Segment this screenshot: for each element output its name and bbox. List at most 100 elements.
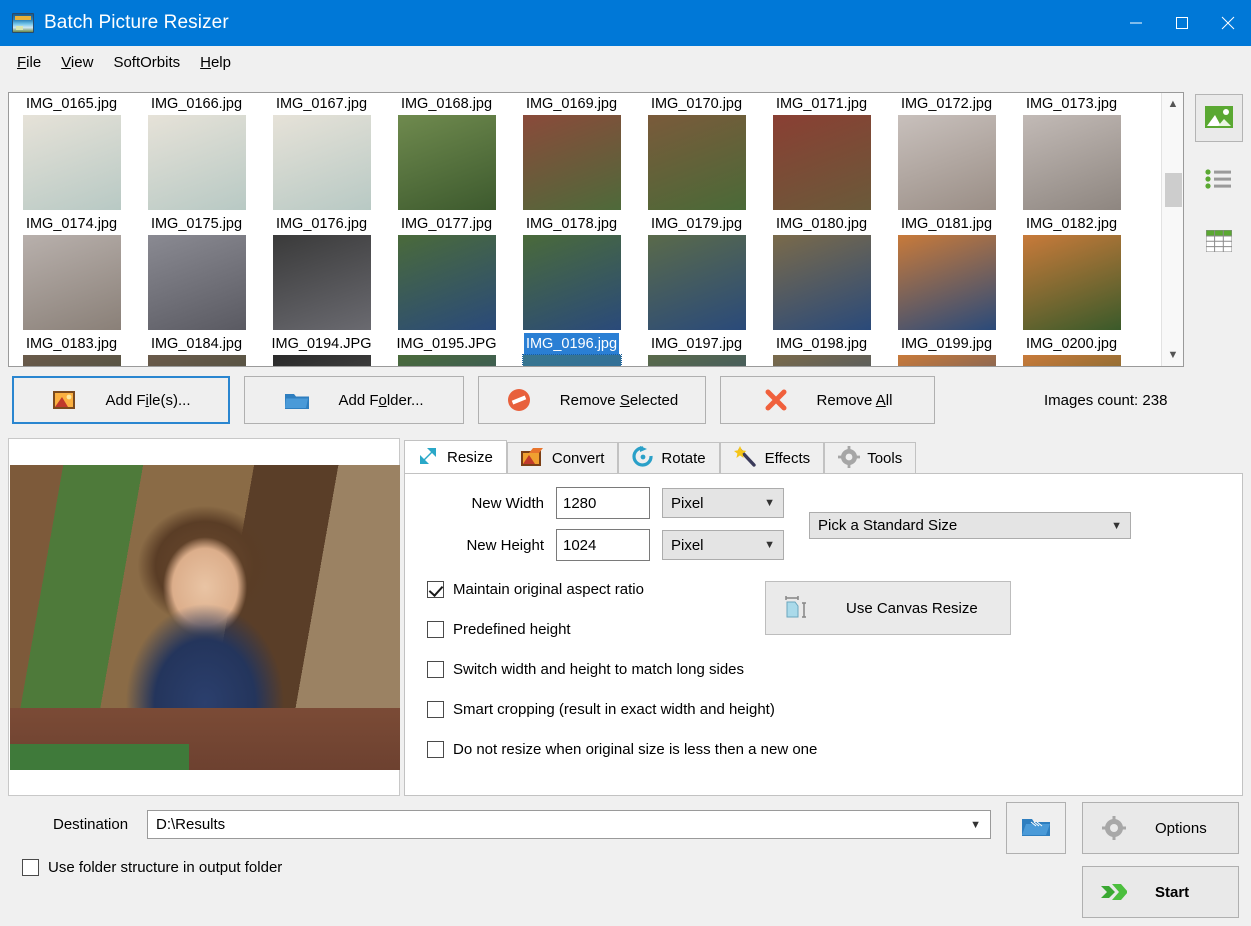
tab-tools[interactable]: Tools (824, 442, 917, 474)
checkbox-3[interactable]: Switch width and height to match long si… (427, 661, 744, 678)
thumbnail-image[interactable] (22, 235, 121, 330)
thumbnail-image[interactable] (272, 235, 371, 330)
thumbnail-item[interactable]: IMG_0166.jpg (134, 93, 259, 213)
thumbnail-item[interactable]: IMG_0168.jpg (384, 93, 509, 213)
thumbnail-view-button[interactable] (1195, 94, 1243, 142)
list-view-button[interactable] (1195, 156, 1243, 204)
checkbox-1[interactable]: Maintain original aspect ratio (427, 581, 644, 598)
thumbnail-image[interactable] (897, 235, 996, 330)
thumbnail-item[interactable]: IMG_0173.jpg (1009, 93, 1134, 213)
thumbnail-item[interactable]: IMG_0182.jpg (1009, 213, 1134, 333)
close-icon[interactable] (1205, 0, 1251, 46)
thumbnail-item[interactable]: IMG_0197.jpg (634, 333, 759, 366)
minimize-icon[interactable] (1113, 0, 1159, 46)
thumbnail-item[interactable]: IMG_0183.jpg (9, 333, 134, 366)
thumbnail-item[interactable]: IMG_0172.jpg (884, 93, 1009, 213)
thumbnail-image[interactable] (147, 235, 246, 330)
tab-resize[interactable]: Resize (404, 440, 507, 474)
list-scrollbar[interactable]: ▲ ▼ (1161, 93, 1183, 366)
tab-rotate[interactable]: Rotate (618, 442, 720, 474)
thumbnail-item[interactable]: IMG_0165.jpg (9, 93, 134, 213)
thumbnail-item[interactable]: IMG_0194.JPG (259, 333, 384, 366)
thumbnail-image[interactable] (897, 355, 996, 366)
thumbnail-image[interactable] (147, 355, 246, 366)
thumbnail-item[interactable]: IMG_0181.jpg (884, 213, 1009, 333)
thumbnail-item[interactable]: IMG_0169.jpg (509, 93, 634, 213)
thumbnail-image[interactable] (522, 115, 621, 210)
thumbnail-image[interactable] (647, 115, 746, 210)
thumbnail-image[interactable] (272, 355, 371, 366)
thumbnail-item[interactable]: IMG_0184.jpg (134, 333, 259, 366)
checkbox-box (427, 621, 444, 638)
scroll-down-icon[interactable]: ▼ (1162, 344, 1184, 366)
thumbnail-image[interactable] (397, 355, 496, 366)
thumbnail-image[interactable] (522, 235, 621, 330)
thumbnail-image[interactable] (1022, 235, 1121, 330)
thumbnail-item[interactable]: IMG_0176.jpg (259, 213, 384, 333)
thumbnail-item[interactable]: IMG_0178.jpg (509, 213, 634, 333)
browse-folder-button[interactable] (1006, 802, 1066, 854)
menu-view[interactable]: View (52, 50, 102, 75)
options-button[interactable]: Options (1082, 802, 1239, 854)
thumbnail-image[interactable] (521, 354, 622, 366)
thumbnail-image[interactable] (772, 235, 871, 330)
thumbnail-image[interactable] (22, 355, 121, 366)
thumbnail-image[interactable] (647, 235, 746, 330)
thumbnail-image[interactable] (1022, 115, 1121, 210)
thumbnail-image[interactable] (1022, 355, 1121, 366)
tab-convert[interactable]: Convert (506, 442, 619, 474)
thumbnail-item[interactable]: IMG_0199.jpg (884, 333, 1009, 366)
details-view-button[interactable] (1195, 218, 1243, 266)
height-unit-select[interactable]: Pixel ▼ (662, 530, 784, 560)
thumbnail-label: IMG_0182.jpg (1025, 216, 1118, 232)
thumbnail-item[interactable]: IMG_0170.jpg (634, 93, 759, 213)
thumbnail-image[interactable] (772, 115, 871, 210)
maximize-icon[interactable] (1159, 0, 1205, 46)
checkbox-box (427, 661, 444, 678)
new-width-input[interactable] (556, 487, 650, 519)
thumbnail-image[interactable] (272, 115, 371, 210)
menu-help[interactable]: Help (191, 50, 240, 75)
thumbnail-item[interactable]: IMG_0195.JPG (384, 333, 509, 366)
thumbnail-item[interactable]: IMG_0196.jpg (509, 333, 634, 366)
checkbox-5[interactable]: Do not resize when original size is less… (427, 741, 817, 758)
thumbnail-item[interactable]: IMG_0198.jpg (759, 333, 884, 366)
menu-softorbits[interactable]: SoftOrbits (104, 50, 189, 75)
thumbnail-item[interactable]: IMG_0175.jpg (134, 213, 259, 333)
thumbnail-image[interactable] (647, 355, 746, 366)
remove-all-label: Remove All (816, 391, 893, 409)
thumbnail-item[interactable]: IMG_0180.jpg (759, 213, 884, 333)
thumbnail-image[interactable] (397, 235, 496, 330)
use-canvas-resize-button[interactable]: Use Canvas Resize (765, 581, 1011, 635)
thumbnail-image[interactable] (397, 115, 496, 210)
destination-combobox[interactable]: D:\Results ▼ (147, 810, 991, 839)
scrollbar-thumb[interactable] (1165, 173, 1182, 207)
standard-size-select[interactable]: Pick a Standard Size ▼ (809, 512, 1131, 539)
thumbnail-image[interactable] (22, 115, 121, 210)
thumbnail-image[interactable] (147, 115, 246, 210)
add-folder-button[interactable]: Add Folder... (244, 376, 464, 424)
tab-effects[interactable]: Effects (719, 442, 825, 474)
thumbnail-item[interactable]: IMG_0174.jpg (9, 213, 134, 333)
use-folder-structure-checkbox[interactable]: Use folder structure in output folder (22, 859, 282, 876)
width-unit-select[interactable]: Pixel ▼ (662, 488, 784, 518)
thumbnail-item[interactable]: IMG_0167.jpg (259, 93, 384, 213)
settings-tabs: Resize Convert Rotate Effects Tools (404, 440, 1243, 474)
remove-selected-button[interactable]: Remove Selected (478, 376, 706, 424)
checkbox-4[interactable]: Smart cropping (result in exact width an… (427, 701, 775, 718)
start-button[interactable]: Start (1082, 866, 1239, 918)
new-height-input[interactable] (556, 529, 650, 561)
image-list-panel[interactable]: IMG_0165.jpg IMG_0166.jpg IMG_0167.jpg IMG_… (8, 92, 1184, 367)
thumbnail-item[interactable]: IMG_0177.jpg (384, 213, 509, 333)
thumbnail-item[interactable]: IMG_0171.jpg (759, 93, 884, 213)
remove-all-button[interactable]: Remove All (720, 376, 935, 424)
menu-file[interactable]: FFileile (8, 50, 50, 75)
thumbnail-item[interactable]: IMG_0200.jpg (1009, 333, 1134, 366)
thumbnail-image[interactable] (772, 355, 871, 366)
thumbnail-grid[interactable]: IMG_0165.jpg IMG_0166.jpg IMG_0167.jpg IMG_… (9, 93, 1161, 366)
thumbnail-image[interactable] (897, 115, 996, 210)
thumbnail-item[interactable]: IMG_0179.jpg (634, 213, 759, 333)
checkbox-2[interactable]: Predefined height (427, 621, 571, 638)
scroll-up-icon[interactable]: ▲ (1162, 93, 1184, 115)
add-files-button[interactable]: Add File(s)... (12, 376, 230, 424)
